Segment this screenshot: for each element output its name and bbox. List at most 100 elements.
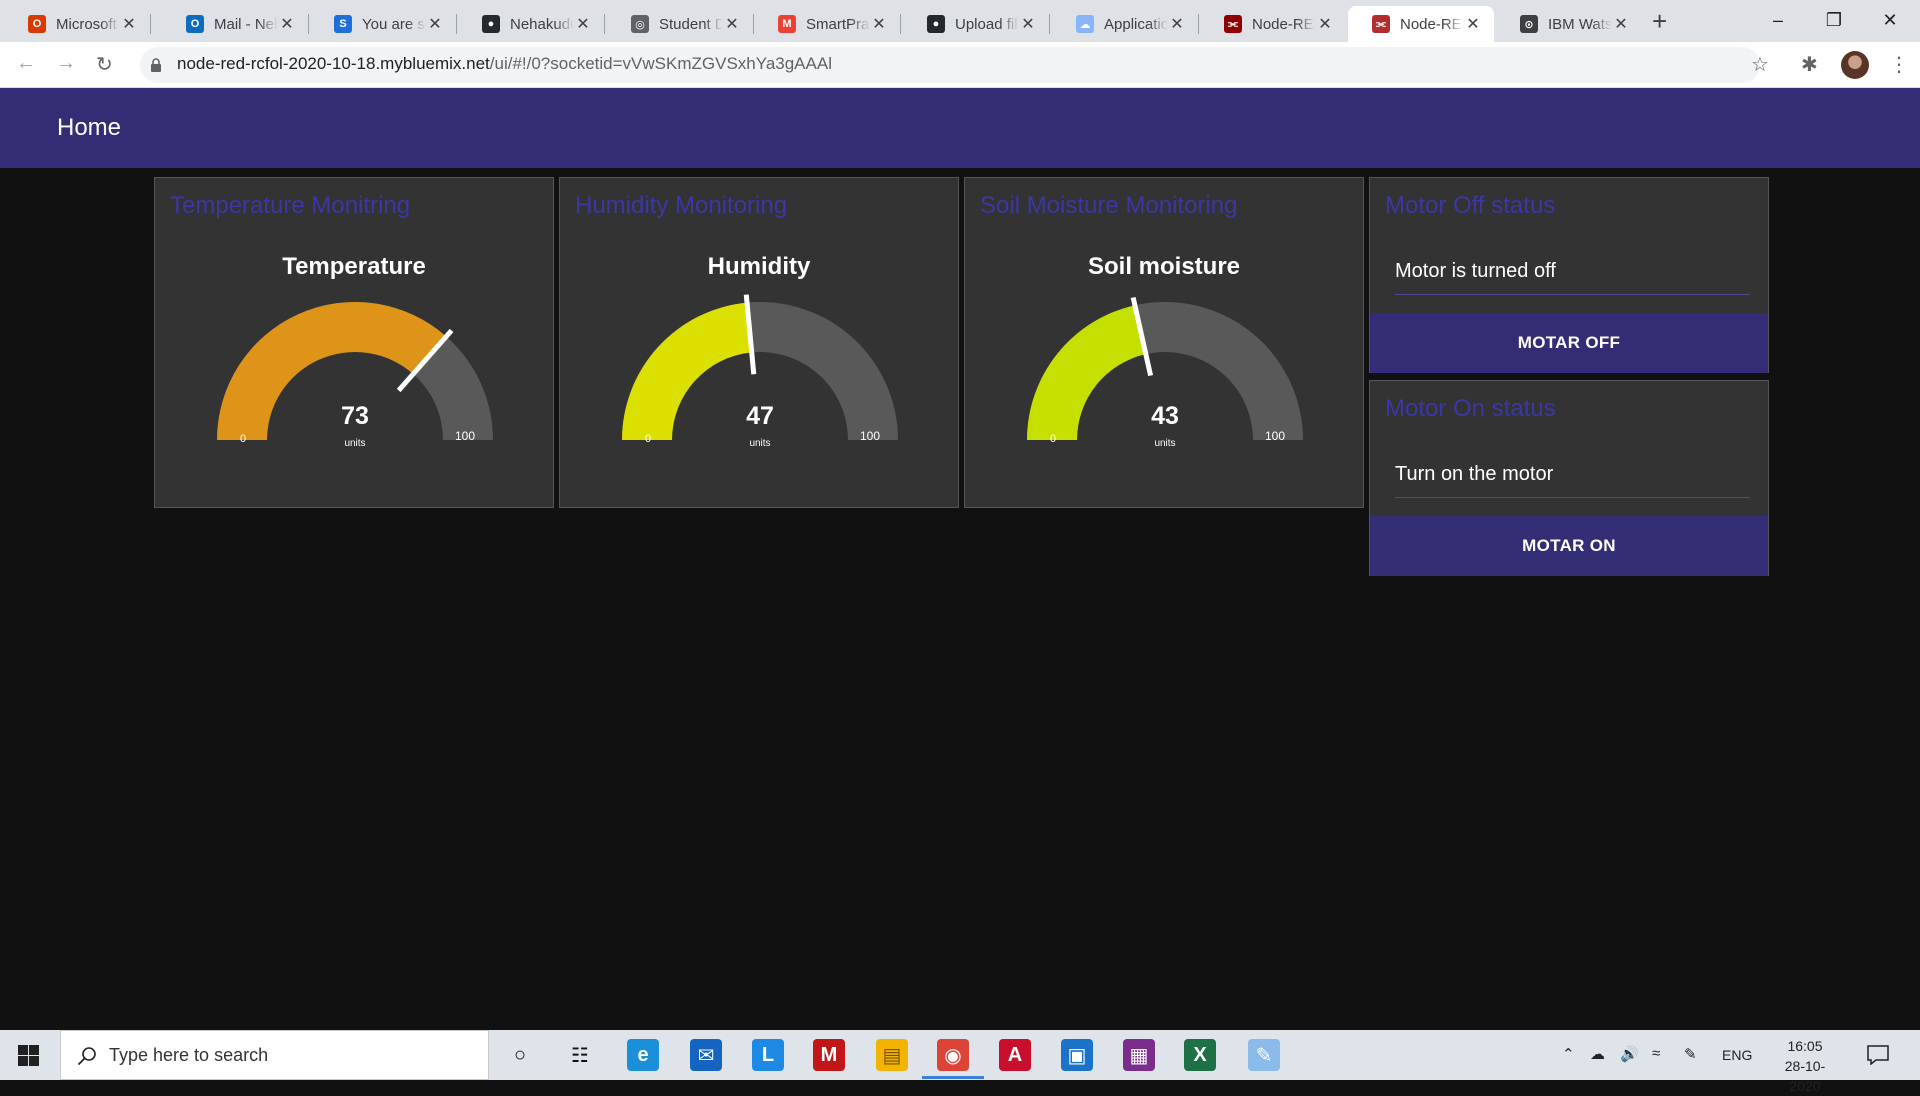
tab-title: Upload files bbox=[955, 15, 1019, 33]
browser-tab[interactable]: ◎ Student Dashboard✕ bbox=[607, 6, 753, 42]
virtualbox-icon[interactable]: ▣ bbox=[1061, 1039, 1093, 1071]
motor-off-button[interactable]: MOTAR OFF bbox=[1370, 313, 1768, 373]
excel-icon[interactable]: X bbox=[1184, 1039, 1216, 1071]
browser-tab[interactable]: O Microsoft Office Home✕ bbox=[4, 6, 150, 42]
taskbar-search-box[interactable]: Type here to search bbox=[60, 1030, 489, 1080]
gauge-units: units bbox=[1154, 438, 1175, 449]
github-icon: ● bbox=[482, 15, 500, 33]
watson-icon: ⊙ bbox=[1520, 15, 1538, 33]
new-tab-button[interactable]: + bbox=[1652, 8, 1667, 34]
browser-menu-icon[interactable]: ⋮ bbox=[1889, 52, 1909, 77]
gauge-fill bbox=[217, 302, 447, 440]
github-icon: ● bbox=[927, 15, 945, 33]
browser-tab[interactable]: ● Nehakudu ✕ bbox=[458, 6, 604, 42]
browser-tab[interactable]: ⊙ IBM Watson IoT✕ bbox=[1496, 6, 1642, 42]
paint-icon[interactable]: ✎ bbox=[1248, 1039, 1280, 1071]
system-clock[interactable]: 16:05 28-10-2020 bbox=[1770, 1036, 1840, 1096]
tab-title: Node-RED bbox=[1252, 15, 1316, 33]
cortana-icon[interactable]: ○ bbox=[504, 1039, 536, 1071]
browser-toolbar: ← → ↻ node-red-rcfol-2020-10-18.mybluemi… bbox=[0, 42, 1920, 88]
tab-title: Mail - Neha bbox=[214, 15, 278, 33]
language-indicator[interactable]: ENG bbox=[1722, 1047, 1752, 1063]
close-window-button[interactable]: ✕ bbox=[1862, 0, 1918, 40]
outlook-icon: O bbox=[186, 15, 204, 33]
tab-separator bbox=[900, 14, 901, 34]
card-title: Soil Moisture Monitoring bbox=[980, 192, 1238, 219]
chrome-icon[interactable]: ◉ bbox=[937, 1039, 969, 1071]
windows-start-icon[interactable] bbox=[18, 1045, 39, 1066]
mail-icon[interactable]: ✉ bbox=[690, 1039, 722, 1071]
close-tab-icon[interactable]: ✕ bbox=[1316, 14, 1334, 34]
extensions-icon[interactable]: ✱ bbox=[1801, 52, 1818, 77]
close-tab-icon[interactable]: ✕ bbox=[723, 14, 741, 34]
search-placeholder: Type here to search bbox=[109, 1045, 269, 1065]
task-view-icon[interactable]: ☷ bbox=[564, 1039, 596, 1071]
winrar-icon[interactable]: ▦ bbox=[1123, 1039, 1155, 1071]
gauge-units: units bbox=[344, 438, 365, 449]
close-tab-icon[interactable]: ✕ bbox=[426, 14, 444, 34]
dashboard-header: Home bbox=[0, 88, 1920, 168]
gmail-icon: M bbox=[778, 15, 796, 33]
tray-chevron-icon[interactable]: ⌃ bbox=[1562, 1045, 1575, 1063]
tab-separator bbox=[150, 14, 151, 34]
minimize-button[interactable]: – bbox=[1750, 0, 1806, 40]
acrobat-icon[interactable]: A bbox=[999, 1039, 1031, 1071]
browser-tab[interactable]: M SmartPractise✕ bbox=[754, 6, 900, 42]
onedrive-icon[interactable]: ☁ bbox=[1590, 1045, 1605, 1063]
browser-tab[interactable]: ⫘ Node-RED✕ bbox=[1200, 6, 1346, 42]
gauge-value: 47 bbox=[746, 402, 774, 430]
wifi-icon[interactable]: ≈ bbox=[1652, 1045, 1660, 1062]
close-tab-icon[interactable]: ✕ bbox=[870, 14, 888, 34]
gauge-value: 43 bbox=[1151, 402, 1179, 430]
restore-button[interactable]: ❐ bbox=[1806, 0, 1862, 40]
close-tab-icon[interactable]: ✕ bbox=[1019, 14, 1037, 34]
back-icon[interactable]: ← bbox=[16, 52, 36, 75]
gauge-label: Temperature bbox=[282, 253, 426, 280]
browser-tab[interactable]: ⫘ Node-RED Dashboard✕ bbox=[1348, 6, 1494, 42]
motor-on-button[interactable]: MOTAR ON bbox=[1370, 516, 1768, 576]
humidity-card: Humidity Monitoring Humidity 47 units 0 100 bbox=[559, 177, 959, 508]
gauge-units: units bbox=[749, 438, 770, 449]
notifications-icon[interactable] bbox=[1867, 1045, 1889, 1065]
edge-icon[interactable]: e bbox=[627, 1039, 659, 1071]
tab-title: You are signed in bbox=[362, 15, 426, 33]
browser-tab[interactable]: S You are signed in✕ bbox=[310, 6, 456, 42]
profile-avatar[interactable] bbox=[1841, 51, 1869, 79]
browser-tab[interactable]: O Mail - Neha✕ bbox=[162, 6, 308, 42]
tab-separator bbox=[1198, 14, 1199, 34]
gauge-max: 100 bbox=[860, 429, 880, 443]
browser-tab[interactable]: ☁ Applications✕ bbox=[1052, 6, 1198, 42]
close-tab-icon[interactable]: ✕ bbox=[278, 14, 296, 34]
tab-separator bbox=[308, 14, 309, 34]
soil-moisture-gauge: 43 units 0 100 bbox=[1027, 296, 1303, 449]
globe-icon: ◎ bbox=[631, 15, 649, 33]
forward-icon[interactable]: → bbox=[56, 52, 76, 75]
tab-title: Microsoft Office Home bbox=[56, 15, 120, 33]
lock-icon[interactable] bbox=[150, 58, 162, 72]
card-title: Motor Off status bbox=[1385, 192, 1556, 219]
close-tab-icon[interactable]: ✕ bbox=[1168, 14, 1186, 34]
temperature-card: Temperature Monitring Temperature 73 unit… bbox=[154, 177, 554, 508]
motor-on-status-text: Turn on the motor bbox=[1395, 463, 1554, 485]
gauge-max: 100 bbox=[1265, 429, 1285, 443]
clock-time: 16:05 bbox=[1787, 1038, 1823, 1054]
close-tab-icon[interactable]: ✕ bbox=[1464, 14, 1482, 34]
bookmark-star-icon[interactable]: ☆ bbox=[1751, 52, 1769, 77]
file-explorer-icon[interactable]: ▤ bbox=[876, 1039, 908, 1071]
close-tab-icon[interactable]: ✕ bbox=[1612, 14, 1630, 34]
active-app-indicator bbox=[922, 1076, 984, 1079]
node-red-icon: ⫘ bbox=[1224, 15, 1242, 33]
reload-icon[interactable]: ↻ bbox=[96, 52, 113, 77]
card-title: Temperature Monitring bbox=[170, 192, 411, 219]
pen-icon[interactable]: ✎ bbox=[1684, 1045, 1697, 1063]
close-tab-icon[interactable]: ✕ bbox=[574, 14, 592, 34]
mcafee-icon[interactable]: M bbox=[813, 1039, 845, 1071]
url-path: /ui/#!/0?socketid=vVwSKmZGVSxhYa3gAAAl bbox=[489, 54, 832, 73]
tab-title: IBM Watson IoT bbox=[1548, 15, 1612, 33]
cloud-icon: ☁ bbox=[1076, 15, 1094, 33]
browser-tab[interactable]: ● Upload files✕ bbox=[903, 6, 1049, 42]
volume-icon[interactable]: 🔊 bbox=[1620, 1045, 1639, 1063]
close-tab-icon[interactable]: ✕ bbox=[120, 14, 138, 34]
l-app-icon[interactable]: L bbox=[752, 1039, 784, 1071]
url-text[interactable]: node-red-rcfol-2020-10-18.mybluemix.net/… bbox=[177, 54, 832, 74]
